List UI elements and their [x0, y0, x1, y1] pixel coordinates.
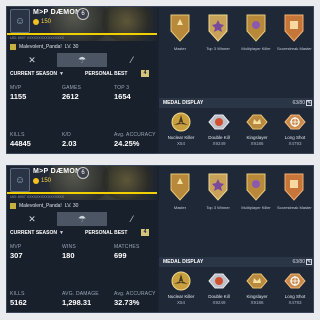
long-shot-medal-icon [284, 114, 306, 130]
player-uid: UID: 6907 XXXXXXXXXXXXXXXX [10, 195, 65, 199]
personal-best-label[interactable]: PERSONAL BEST [85, 230, 127, 236]
scorestreak-master-medal-icon [284, 14, 304, 42]
nuclear-killer-medal-icon [171, 112, 191, 132]
chevron-down-icon[interactable]: ▼ [59, 71, 64, 77]
kingslayer-medal-icon [246, 114, 268, 130]
medal-card[interactable]: Scorestreak Master [277, 172, 312, 224]
season-row: CURRENT SEASON ▼ PERSONAL BEST 4 [7, 69, 157, 78]
chevron-down-icon[interactable]: ▼ [59, 230, 64, 236]
title-badge-icon [10, 43, 16, 50]
knife-icon: ⁄ [131, 214, 133, 224]
rank-badge: 6 [77, 167, 89, 179]
personal-best-count[interactable]: 4 [141, 70, 149, 77]
knife-icon: ⁄ [131, 55, 133, 65]
stat-kills: KILLS 44845 [10, 132, 31, 148]
edit-icon[interactable]: ✎ [306, 100, 312, 106]
nuclear-killer-medal-icon [171, 271, 191, 291]
title-badge-icon [10, 202, 16, 209]
rank-badge: 6 [77, 8, 89, 20]
player-uid: UID: 6907 XXXXXXXXXXXXXXXX [10, 36, 65, 40]
display-medal[interactable]: Double Kill X9249 [201, 270, 237, 310]
cp-balance: 150 [33, 19, 51, 25]
stat-kills: KILLS 5162 [10, 291, 27, 307]
stat-kd: K/D 2.03 [62, 132, 77, 148]
medal-card[interactable]: Master [163, 13, 197, 65]
player-name: M>P DÆMON [33, 9, 81, 16]
medal-card[interactable]: Top 3 Winner [201, 13, 235, 65]
current-season-dropdown[interactable]: CURRENT SEASON [10, 71, 57, 77]
display-medal[interactable]: Double Kill X9249 [201, 111, 237, 151]
medals-panel: Master Top 3 Winner Multiplayer Killer S… [159, 166, 313, 312]
cp-balance: 150 [33, 178, 51, 184]
stat-mvp: MVP 1155 [10, 85, 27, 101]
kingslayer-medal-icon [246, 273, 268, 289]
profile-panel: ☺ M>P DÆMON 6 150 UID: 6907 XXXXXXXXXXXX… [7, 7, 157, 153]
medal-card[interactable]: Multiplayer Killer [239, 13, 273, 65]
master-medal-icon [170, 14, 190, 42]
display-medal[interactable]: Kingslayer X9186 [239, 270, 275, 310]
profile-screen-2: ☺ M>P DÆMON 6 150 UID: 6907 XXXXXXXXXXXX… [6, 165, 314, 313]
medals-panel: Master Top 3 Winner Multiplayer Killer S… [159, 7, 313, 153]
display-medal[interactable]: Kingslayer X9186 [239, 111, 275, 151]
medal-strip: Master Top 3 Winner Multiplayer Killer S… [159, 7, 313, 69]
tab-zombies[interactable]: ⁄ [107, 53, 157, 67]
long-shot-medal-icon [284, 273, 306, 289]
stat-top3: TOP 3 1654 [114, 85, 131, 101]
master-medal-icon [170, 173, 190, 201]
multiplayer-killer-medal-icon [246, 173, 266, 201]
player-name: M>P DÆMON [33, 168, 81, 175]
stat-accuracy: Avg. ACCURACY 24.25% [114, 132, 156, 148]
crossed-guns-icon: ✕ [28, 54, 36, 65]
display-medal[interactable]: Nuclear Killer X54 [163, 270, 199, 310]
display-medal[interactable]: Long Shot X4793 [277, 111, 313, 151]
tab-multiplayer[interactable]: ✕ [7, 53, 57, 67]
clan-color-bar [7, 33, 157, 35]
profile-screen-1: ☺ M>P DÆMON 6 150 UID: 6907 XXXXXXXXXXXX… [6, 6, 314, 154]
parachute-icon: ☂ [77, 54, 87, 65]
stat-games: GAMES 2612 [62, 85, 82, 101]
display-medal[interactable]: Long Shot X4793 [277, 270, 313, 310]
avatar[interactable]: ☺ [10, 9, 30, 33]
stat-matches: MATCHES 699 [114, 244, 140, 260]
display-medal[interactable]: Nuclear Killer X54 [163, 111, 199, 151]
multiplayer-killer-medal-icon [246, 14, 266, 42]
stat-accuracy: Avg. ACCURACY 32.73% [114, 291, 156, 307]
tab-multiplayer[interactable]: ✕ [7, 212, 57, 226]
double-kill-medal-icon [208, 273, 230, 289]
stat-mvp: MVP 307 [10, 244, 23, 260]
edit-icon[interactable]: ✎ [306, 259, 312, 265]
medal-display-header: MEDAL DISPLAY 63/80 ✎ [159, 257, 313, 267]
clan-color-bar [7, 192, 157, 194]
player-title-row: Malevolent_Panda! LV. 30 [7, 42, 157, 51]
medal-display-header: MEDAL DISPLAY 63/80 ✎ [159, 98, 313, 108]
tab-battle-royale[interactable]: ☂ [57, 212, 107, 226]
cp-coin-icon [33, 178, 39, 184]
medal-card[interactable]: Top 3 Winner [201, 172, 235, 224]
medal-card[interactable]: Master [163, 172, 197, 224]
cp-coin-icon [33, 19, 39, 25]
top3-winner-medal-icon [208, 173, 228, 201]
medal-card[interactable]: Multiplayer Killer [239, 172, 273, 224]
double-kill-medal-icon [208, 114, 230, 130]
crossed-guns-icon: ✕ [28, 213, 36, 224]
top3-winner-medal-icon [208, 14, 228, 42]
avatar[interactable]: ☺ [10, 168, 30, 192]
mode-selector: ✕ ☂ ⁄ [7, 212, 157, 226]
season-row: CURRENT SEASON ▼ PERSONAL BEST 4 [7, 228, 157, 237]
stat-avg-damage: AVG. DAMAGE 1,298.31 [62, 291, 99, 307]
tab-battle-royale[interactable]: ☂ [57, 53, 107, 67]
medal-strip: Master Top 3 Winner Multiplayer Killer S… [159, 166, 313, 228]
scorestreak-master-medal-icon [284, 173, 304, 201]
current-season-dropdown[interactable]: CURRENT SEASON [10, 230, 57, 236]
tab-zombies[interactable]: ⁄ [107, 212, 157, 226]
profile-panel: ☺ M>P DÆMON 6 150 UID: 6907 XXXXXXXXXXXX… [7, 166, 157, 312]
medal-card[interactable]: Scorestreak Master [277, 13, 312, 65]
stat-wins: WINS 180 [62, 244, 76, 260]
personal-best-label[interactable]: PERSONAL BEST [85, 71, 127, 77]
mode-selector: ✕ ☂ ⁄ [7, 53, 157, 67]
parachute-icon: ☂ [77, 213, 87, 224]
player-title-row: Malevolent_Panda! LV. 30 [7, 201, 157, 210]
personal-best-count[interactable]: 4 [141, 229, 149, 236]
